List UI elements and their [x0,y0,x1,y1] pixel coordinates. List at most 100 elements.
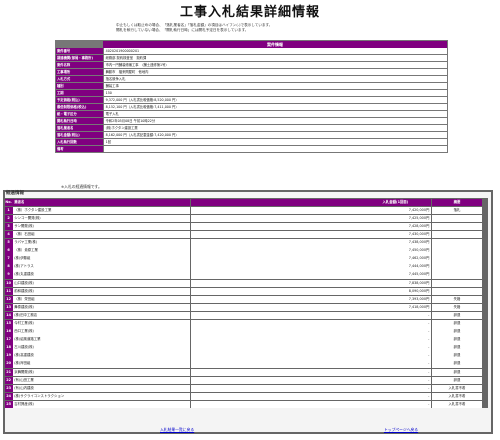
summary-value: 8,162,000 円（入札書記載金額:7,420,000 円） [103,131,447,139]
summary-row: 種別 舗装工事 [56,82,447,90]
bidder-note [431,214,482,223]
bidder-amount: - [361,360,432,368]
bidder-blank [190,206,361,215]
bidder-name: (株)高重建設 [13,352,191,360]
bidder-row: 11 前和建設(株) 8,090,000円 [4,287,488,296]
summary-table: 案件情報 案件番号 4020201900000201 調達機関(部局・事務所) 総務部… [55,40,448,154]
bidder-no: 25 [4,400,13,409]
summary-value [103,145,447,153]
bidder-note [431,263,482,271]
bidder-name: 前和建設(株) [13,287,191,296]
bidder-blank [190,376,361,385]
summary-value: 舗装工事 [103,82,447,90]
bidder-name: （株）ホクタン建設工業 [13,206,191,215]
progress-title: 経過情報 [6,191,24,196]
progress-note: ※入札の経過情報です。 [61,184,102,189]
bidder-no: 4 [4,230,13,239]
summary-row: 開札執行日時 令和2年05月08日 午前10時22分 [56,117,447,125]
summary-label: 備考 [56,145,103,153]
bidder-note [431,287,482,296]
summary-value: 4020201900000201 [103,48,447,55]
bidder-amount: - [361,311,432,320]
bidder-name: 今村工業(株) [13,320,191,328]
bidder-amount: - [361,376,432,385]
bidder-note: 入札書不着 [431,384,482,393]
summary-label: 工事場所 [56,68,103,76]
back-to-top-link[interactable]: トップページへ戻る [384,427,418,432]
bidder-name: 京舞開発(株) [13,368,191,377]
bidder-no: 7 [4,255,13,263]
summary-label: 予定価格(税込) [56,96,103,104]
bidder-note: 辞退 [431,376,482,385]
bidder-note [431,279,482,288]
bidder-row: 7 (株)伊藤組 7,462,000円 [4,255,488,263]
bidder-row: 20 (株)岸田組 - 辞退 [4,360,488,368]
col-amount-header: 入札金額(1回目) [361,198,432,207]
summary-row: 案件番号 4020201900000201 [56,48,447,55]
bidder-note [431,255,482,263]
bidder-note: 辞退 [431,360,482,368]
bidder-row: 22 (有)山田工業 - 辞退 [4,376,488,385]
summary-row: 紙・電子区分 電子入札 [56,110,447,118]
note-line: 開札を執行していない場合、「開札執行日時」には開札予定日を表示しています。 [116,28,249,32]
bidder-note [431,230,482,239]
bidder-blank [190,384,361,393]
bidder-amount: 7,838,000円 [361,279,432,288]
bidder-no: 20 [4,360,13,368]
bidder-name: (有)山内建設 [13,384,191,393]
bidder-name: (有)山田工業 [13,376,191,385]
bidder-row: 12 （株）栄田組 7,393,000円 失格 [4,295,488,304]
bidder-row: 14 (株)田中工務店 - 辞退 [4,311,488,320]
bidder-name: 山口建設(株) [13,279,191,288]
bidder-no: 10 [4,279,13,288]
bidder-no: 12 [4,295,13,304]
bidder-row: 21 京舞開発(株) - 辞退 [4,368,488,377]
bidder-note: 失格 [431,303,482,312]
bidder-amount: 7,393,000円 [361,295,432,304]
bidder-row: 3 サン開発(株) 7,428,000円 [4,222,488,231]
summary-label: 案件名称 [56,61,103,69]
bidder-blank [190,263,361,271]
bidder-no: 19 [4,352,13,360]
bidder-row: 4 （株）石田組 7,430,000円 [4,230,488,239]
bidders-table: No. 業者名 入札金額(1回目) 摘要 1 （株）ホクタン建設工業 7,420,0… [4,198,488,409]
bidder-blank [190,311,361,320]
bidder-no: 5 [4,239,13,247]
bidder-no: 23 [4,384,13,393]
bidder-row: 6 （株）貴原工業 7,450,000円 [4,247,488,255]
summary-label: 工期 [56,89,103,97]
bidder-amount: - [361,400,432,409]
bidder-amount: 7,438,000円 [361,239,432,247]
bidder-amount: - [361,368,432,377]
bidder-blank [190,320,361,328]
bidder-note [431,239,482,247]
bidder-row: 5 ラパヤ工業(株) 7,438,000円 [4,239,488,247]
bidder-blank [190,295,361,304]
bidder-row: 2 シンコー開発(株) 7,425,000円 [4,214,488,223]
bidder-name: （株）貴原工業 [13,247,191,255]
summary-row: 最低制限価格(税込) 8,152,100 円（入札書比較価格:7,411,000 … [56,103,447,111]
bidder-name: 西口工業(株) [13,328,191,336]
col-no-header: No. [4,198,13,207]
bidder-row: 15 今村工業(株) - 辞退 [4,320,488,328]
summary-value: 令和2年05月08日 午前10時22分 [103,117,447,125]
bidder-name: (株)伊藤組 [13,255,191,263]
bidder-no: 24 [4,392,13,401]
bidder-blank [190,239,361,247]
summary-row: 案件名称 市内一円舗装修繕工事 （舗土連修第1号） [56,61,447,69]
bidder-blank [190,360,361,368]
bidder-blank [190,400,361,409]
back-to-list-link[interactable]: 入札結果一覧に戻る [160,427,194,432]
bidder-note: 辞退 [431,352,482,360]
bidder-row: 23 (有)山内建設 - 入札書不着 [4,384,488,393]
bidder-amount: 7,425,000円 [361,214,432,223]
bidder-row: 1 （株）ホクタン建設工業 7,420,000円 落札 [4,206,488,215]
bidder-note: 入札書不着 [431,400,482,409]
bidder-amount: - [361,352,432,360]
bidder-amount: 7,420,000円 [361,206,432,215]
bidder-note: 辞退 [431,328,482,336]
bidder-no: 3 [4,222,13,231]
bidder-name: （株）石田組 [13,230,191,239]
bidder-blank [190,255,361,263]
bidder-no: 8 [4,263,13,271]
